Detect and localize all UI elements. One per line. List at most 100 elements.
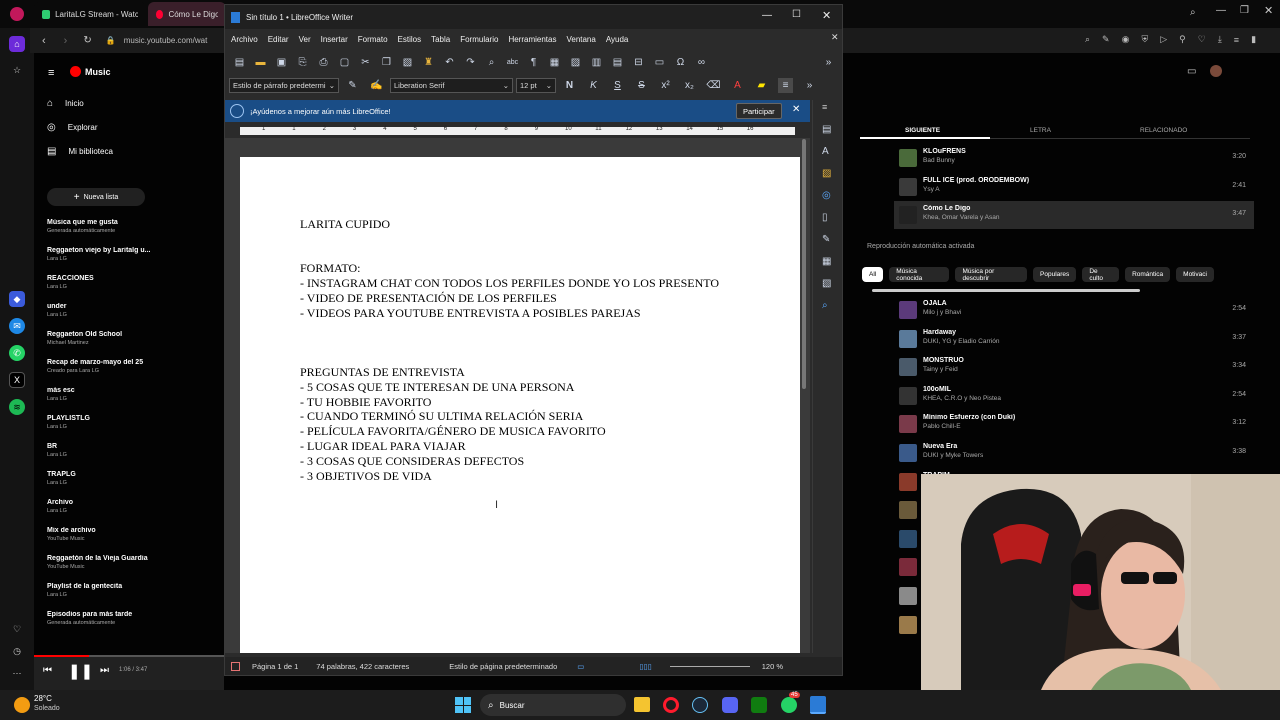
horizontal-ruler[interactable]: 1 1 2 3 4 5 6 7 8 9 10 11 12 13 14 15 16 <box>225 123 810 139</box>
document-line[interactable]: LARITA CUPIDO <box>300 217 719 232</box>
document-line[interactable]: PREGUNTAS DE ENTREVISTA <box>300 365 719 380</box>
document-line[interactable] <box>300 335 719 350</box>
document-text[interactable]: LARITA CUPIDO FORMATO: - INSTAGRAM CHAT CO… <box>300 217 719 483</box>
insert-textbox-icon[interactable]: ▤ <box>610 55 625 70</box>
nav-inicio[interactable]: ⌂ Inicio <box>47 98 84 109</box>
more-format-icon[interactable]: » <box>802 78 817 93</box>
x-icon[interactable]: X <box>9 372 25 388</box>
queue-row[interactable]: OJALA Milo j y Bhavi 2:54 <box>894 296 1254 324</box>
strikethrough-icon[interactable]: S <box>634 78 649 93</box>
forward-icon[interactable]: › <box>64 35 68 47</box>
weather-icon[interactable] <box>14 697 30 713</box>
open-folder-icon[interactable]: ▬ <box>253 55 268 70</box>
ytm-logo[interactable]: Music <box>70 66 111 77</box>
download-icon[interactable]: ⤓ <box>1218 34 1222 45</box>
next-icon[interactable]: ⏭ <box>100 665 109 676</box>
app-icon[interactable]: ◆ <box>9 291 25 307</box>
home-icon[interactable]: ⌂ <box>9 36 25 52</box>
find-icon[interactable]: ⌕ <box>1085 34 1090 45</box>
opera-icon[interactable] <box>663 697 679 713</box>
manage-changes-icon[interactable]: ▦ <box>822 256 831 267</box>
clear-format-icon[interactable]: ⌫ <box>706 78 721 93</box>
playlist-item[interactable]: PLAYLISTLG Lara LG <box>47 415 159 430</box>
document-line[interactable]: - PELÍCULA FAVORITA/GÉNERO DE MUSICA FAV… <box>300 424 719 439</box>
clone-format-icon[interactable]: ♜ <box>421 55 436 70</box>
redo-icon[interactable]: ↷ <box>463 55 478 70</box>
edit-icon[interactable]: ✎ <box>1102 34 1110 45</box>
gallery-icon[interactable]: ▨ <box>822 168 831 179</box>
special-char-icon[interactable]: Ω <box>673 55 688 70</box>
history-icon[interactable]: ◷ <box>9 643 25 659</box>
document-line[interactable]: - 5 COSAS QUE TE INTERESAN DE UNA PERSON… <box>300 380 719 395</box>
discord-icon[interactable] <box>722 697 738 713</box>
playlist-item[interactable]: REACCIONES Lara LG <box>47 275 159 290</box>
lo-close-doc-icon[interactable]: ✕ <box>831 32 839 43</box>
lo-close-icon[interactable]: ✕ <box>822 9 831 22</box>
playlist-item[interactable]: Reggaeton Old School Michael Martinez <box>47 331 159 346</box>
menu-item[interactable]: Herramientas <box>508 35 556 44</box>
properties-icon[interactable]: ▤ <box>822 124 831 135</box>
selection-mode-icon[interactable]: ▭ <box>577 662 584 671</box>
filter-chip[interactable]: All <box>862 267 884 282</box>
page-count[interactable]: Página 1 de 1 <box>252 662 298 671</box>
find-icon[interactable]: ⌕ <box>822 300 828 311</box>
nav-explorar[interactable]: ◎ Explorar <box>47 122 98 133</box>
document-line[interactable]: - VIDEOS PARA YOUTUBE ENTREVISTA A POSIB… <box>300 306 719 321</box>
document-line[interactable] <box>300 321 719 336</box>
messenger-icon[interactable]: ✉ <box>9 318 25 334</box>
font-color-icon[interactable]: A <box>730 78 745 93</box>
taskbar-search[interactable]: ⌕ Buscar <box>480 694 626 716</box>
superscript-icon[interactable]: x² <box>658 78 673 93</box>
document-line[interactable]: - VIDEO DE PRESENTACIÓN DE LOS PERFILES <box>300 291 719 306</box>
tab-letra[interactable]: LETRA <box>1030 127 1051 134</box>
filter-chip[interactable]: Motivaci <box>1176 267 1214 282</box>
italic-icon[interactable]: K <box>586 78 601 93</box>
menu-item[interactable]: Ventana <box>566 35 595 44</box>
pause-icon[interactable]: ❚❚ <box>68 662 93 680</box>
sidebar-menu-icon[interactable]: ≡ <box>822 102 827 112</box>
tab-como-le-digo[interactable]: Cómo Le Digo <box>148 2 226 26</box>
filter-chip[interactable]: De culto <box>1082 267 1120 282</box>
lo-maximize-icon[interactable]: ☐ <box>792 9 801 20</box>
queue-row[interactable]: MONSTRUO Tainy y Feid 3:34 <box>894 353 1254 381</box>
menu-item[interactable]: Insertar <box>321 35 348 44</box>
menu-item[interactable]: Editar <box>268 35 289 44</box>
page-style[interactable]: Estilo de página predeterminado <box>449 662 557 671</box>
cast-icon[interactable]: ▭ <box>1187 66 1196 77</box>
camera-icon[interactable]: ◉ <box>1122 34 1130 45</box>
navigator-icon[interactable]: ◎ <box>822 190 831 201</box>
page-icon[interactable]: ▯ <box>822 212 828 223</box>
playlist-item[interactable]: BR Lara LG <box>47 443 159 458</box>
writer-taskbar-icon[interactable] <box>810 696 826 714</box>
hamburger-icon[interactable]: ≡ <box>48 67 54 79</box>
file-explorer-icon[interactable] <box>634 697 650 712</box>
playlist-item[interactable]: Mix de archivo YouTube Music <box>47 527 159 542</box>
more-options-icon[interactable]: » <box>821 55 836 70</box>
menu-item[interactable]: Ver <box>299 35 311 44</box>
playlist-item[interactable]: Recap de marzo-mayo del 25 Creado para La… <box>47 359 159 374</box>
export-pdf-icon[interactable]: ⎘ <box>295 55 310 70</box>
highlight-icon[interactable]: ▰ <box>754 78 769 93</box>
close-icon[interactable]: ✕ <box>1264 4 1273 17</box>
filter-chip[interactable]: Música por descubrir <box>955 267 1028 282</box>
hyperlink-icon[interactable]: ∞ <box>694 55 709 70</box>
document-line[interactable] <box>300 247 719 262</box>
new-style-icon[interactable]: ✍ <box>369 78 384 93</box>
shield-icon[interactable]: ⛨ <box>1141 34 1148 45</box>
nav-biblioteca[interactable]: ▤ Mi biblioteca <box>47 146 113 157</box>
infobar-close-icon[interactable]: ✕ <box>792 104 800 115</box>
queue-row[interactable]: KLOuFRENS Bad Bunny 3:20 <box>894 144 1254 172</box>
windows-start-icon[interactable] <box>455 697 471 713</box>
spotify-icon[interactable]: ≋ <box>9 399 25 415</box>
insert-field-icon[interactable]: ▭ <box>652 55 667 70</box>
xbox-icon[interactable] <box>751 697 767 713</box>
document-line[interactable]: - CUANDO TERMINÓ SU ULTIMA RELACIÓN SERI… <box>300 409 719 424</box>
insert-image-icon[interactable]: ▨ <box>568 55 583 70</box>
queue-row[interactable]: Cómo Le Digo Khea, Omar Varela y Asan 3:47 <box>894 201 1254 230</box>
playlist-item[interactable]: Reggaetón de la Vieja Guardia YouTube Mus… <box>47 555 159 570</box>
tab-siguiente[interactable]: SIGUIENTE <box>905 127 940 134</box>
document-line[interactable] <box>300 350 719 365</box>
document-line[interactable] <box>300 232 719 247</box>
zoom-slider[interactable] <box>669 665 750 667</box>
whatsapp-icon[interactable]: ✆ <box>9 345 25 361</box>
